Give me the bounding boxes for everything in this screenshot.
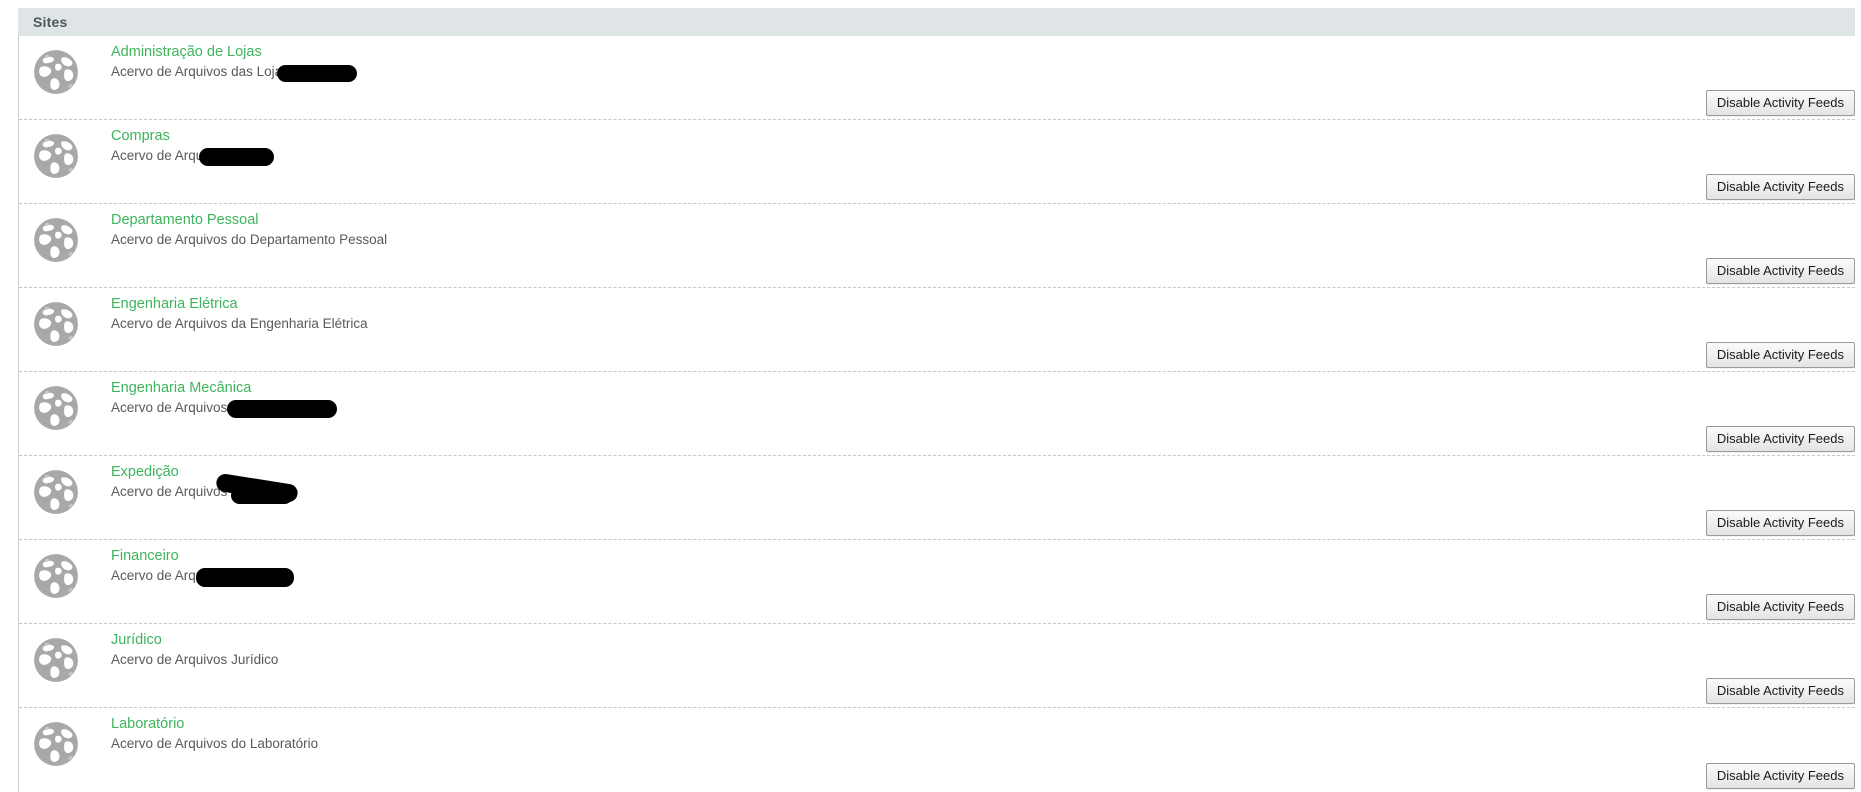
site-description: Acervo de Arquivos do Laboratório: [111, 735, 1695, 752]
site-description: Acervo de Arquivos da: [111, 399, 1695, 418]
globe-icon: [30, 382, 82, 434]
site-title-link[interactable]: Departamento Pessoal: [111, 211, 259, 229]
site-info: Financeiro Acervo de Arquivos: [111, 547, 1695, 587]
site-row: Jurídico Acervo de Arquivos Jurídico Dis…: [19, 624, 1855, 708]
globe-icon: [30, 550, 82, 602]
site-row: Administração de Lojas Acervo de Arquivo…: [19, 36, 1855, 120]
disable-activity-feeds-button[interactable]: Disable Activity Feeds: [1705, 763, 1855, 789]
site-description-text: Acervo de Arquivos da Engenharia Elétric…: [111, 316, 368, 331]
site-description: Acervo de Arquivos das Lojas do .: [111, 63, 1695, 82]
disable-activity-feeds-button[interactable]: Disable Activity Feeds: [1705, 678, 1855, 704]
site-description: Acervo de Arquivos Jurídico: [111, 651, 1695, 668]
site-description: Acervo de Arquivos da Engenharia Elétric…: [111, 315, 1695, 332]
site-action-area: Disable Activity Feeds: [1705, 426, 1855, 452]
sites-page: Sites Administração de Lojas Acervo de A…: [0, 0, 1861, 792]
disable-activity-feeds-button[interactable]: Disable Activity Feeds: [1705, 90, 1855, 116]
sites-panel: Sites Administração de Lojas Acervo de A…: [18, 8, 1855, 792]
site-title-link[interactable]: Administração de Lojas: [111, 43, 262, 61]
site-title-link[interactable]: Engenharia Mecânica: [111, 379, 251, 397]
site-description-text: Acervo de Arquivos das Lojas do .: [111, 64, 316, 79]
disable-activity-feeds-button[interactable]: Disable Activity Feeds: [1705, 342, 1855, 368]
site-info: Compras Acervo de Arquivo: [111, 127, 1695, 166]
site-description-text: Acervo de Arquivos do Departamento Pesso…: [111, 232, 388, 247]
site-title-link[interactable]: Compras: [111, 127, 170, 145]
site-row: Departamento Pessoal Acervo de Arquivos …: [19, 204, 1855, 288]
site-row: Engenharia Mecânica Acervo de Arquivos d…: [19, 372, 1855, 456]
site-info: Administração de Lojas Acervo de Arquivo…: [111, 43, 1695, 82]
globe-icon: [30, 46, 82, 98]
panel-header: Sites: [18, 8, 1855, 36]
site-action-area: Disable Activity Feeds: [1705, 174, 1855, 200]
globe-icon: [30, 718, 82, 770]
site-action-area: Disable Activity Feeds: [1705, 90, 1855, 116]
globe-icon: [30, 130, 82, 182]
site-row: Expedição Acervo de Arquivos d Disable A…: [19, 456, 1855, 540]
site-info: Laboratório Acervo de Arquivos do Labora…: [111, 715, 1695, 752]
site-description-text: Acervo de Arquivos da: [111, 400, 247, 415]
site-row: Engenharia Elétrica Acervo de Arquivos d…: [19, 288, 1855, 372]
sites-list: Administração de Lojas Acervo de Arquivo…: [18, 36, 1855, 792]
site-description: Acervo de Arquivos: [111, 567, 1695, 587]
disable-activity-feeds-button[interactable]: Disable Activity Feeds: [1705, 510, 1855, 536]
globe-icon: [30, 634, 82, 686]
disable-activity-feeds-button[interactable]: Disable Activity Feeds: [1705, 258, 1855, 284]
site-description-text: Acervo de Arquivo: [111, 148, 221, 163]
site-description: Acervo de Arquivo: [111, 147, 1695, 166]
site-action-area: Disable Activity Feeds: [1705, 342, 1855, 368]
site-row: Laboratório Acervo de Arquivos do Labora…: [19, 708, 1855, 792]
globe-icon: [30, 466, 82, 518]
site-title-link[interactable]: Expedição: [111, 463, 179, 481]
site-title-link[interactable]: Financeiro: [111, 547, 179, 565]
site-row: Compras Acervo de Arquivo Disable Activi…: [19, 120, 1855, 204]
globe-icon: [30, 298, 82, 350]
page-title: Sites: [33, 14, 68, 30]
disable-activity-feeds-button[interactable]: Disable Activity Feeds: [1705, 594, 1855, 620]
site-title-link[interactable]: Engenharia Elétrica: [111, 295, 238, 313]
site-title-link[interactable]: Jurídico: [111, 631, 162, 649]
site-action-area: Disable Activity Feeds: [1705, 510, 1855, 536]
globe-icon: [30, 214, 82, 266]
site-description: Acervo de Arquivos do Departamento Pesso…: [111, 231, 1695, 248]
site-description-text: Acervo de Arquivos do Laboratório: [111, 736, 319, 751]
site-info: Engenharia Elétrica Acervo de Arquivos d…: [111, 295, 1695, 332]
site-info: Expedição Acervo de Arquivos d: [111, 463, 1695, 504]
site-action-area: Disable Activity Feeds: [1705, 678, 1855, 704]
disable-activity-feeds-button[interactable]: Disable Activity Feeds: [1705, 426, 1855, 452]
site-action-area: Disable Activity Feeds: [1705, 258, 1855, 284]
site-info: Departamento Pessoal Acervo de Arquivos …: [111, 211, 1695, 248]
site-action-area: Disable Activity Feeds: [1705, 763, 1855, 789]
site-info: Engenharia Mecânica Acervo de Arquivos d…: [111, 379, 1695, 418]
site-description-text: Acervo de Arquivos: [111, 568, 228, 583]
site-info: Jurídico Acervo de Arquivos Jurídico: [111, 631, 1695, 668]
site-description-text: Acervo de Arquivos Jurídico: [111, 652, 279, 667]
redaction-blob: [231, 487, 293, 504]
site-row: Financeiro Acervo de Arquivos Disable Ac…: [19, 540, 1855, 624]
disable-activity-feeds-button[interactable]: Disable Activity Feeds: [1705, 174, 1855, 200]
site-title-link[interactable]: Laboratório: [111, 715, 184, 733]
site-description: Acervo de Arquivos d: [111, 472, 1695, 504]
site-description-text: Acervo de Arquivos d: [111, 484, 239, 499]
site-action-area: Disable Activity Feeds: [1705, 594, 1855, 620]
